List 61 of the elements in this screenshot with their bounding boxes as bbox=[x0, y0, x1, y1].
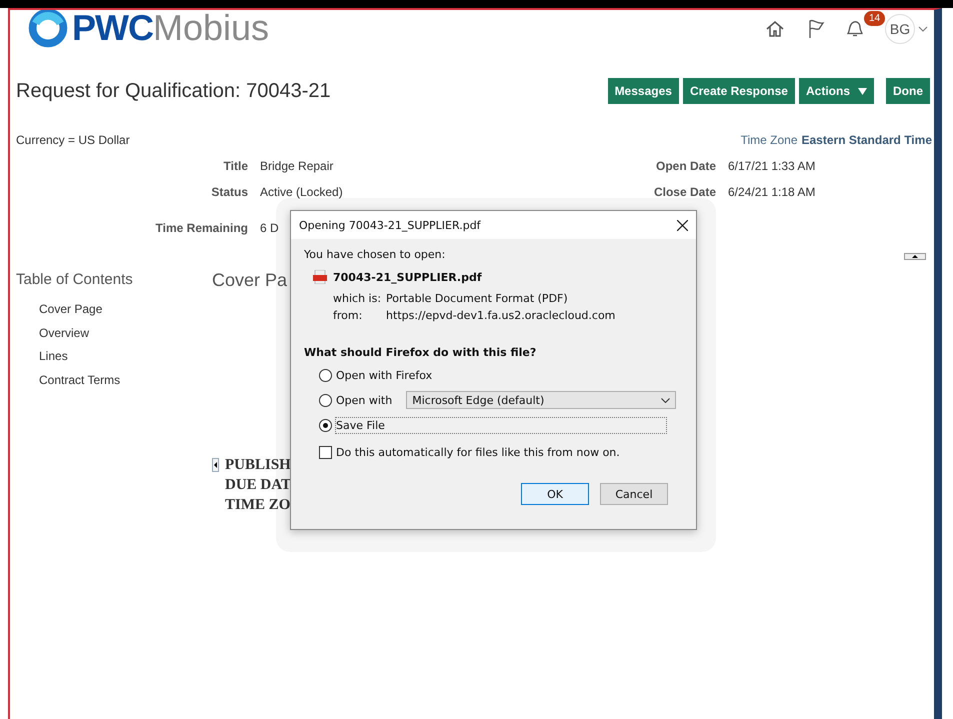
field-value: 6 D bbox=[260, 221, 279, 235]
bell-icon[interactable] bbox=[847, 20, 863, 38]
logo: PWCMobius bbox=[28, 10, 270, 48]
toolbar-button[interactable]: Messages bbox=[608, 78, 679, 104]
toc-link[interactable]: Lines bbox=[39, 345, 212, 368]
dialog-title: Opening 70043-21_SUPPLIER.pdf bbox=[299, 218, 481, 232]
close-icon[interactable] bbox=[677, 220, 688, 230]
app-select[interactable]: Microsoft Edge (default) bbox=[406, 391, 676, 409]
meta-label: from: bbox=[333, 309, 364, 322]
dialog-text: You have chosen to open: bbox=[304, 248, 446, 261]
caret-icon bbox=[858, 88, 867, 94]
document-text: DUE DAT bbox=[225, 476, 291, 495]
logo-ring-icon bbox=[28, 10, 68, 48]
dialog-button[interactable]: Cancel bbox=[600, 483, 668, 505]
radio-label[interactable]: Open with Firefox bbox=[335, 366, 434, 384]
time-zone-value: Eastern Standard Time bbox=[802, 133, 932, 147]
radio-label[interactable]: Save File bbox=[335, 416, 667, 434]
radio-label[interactable]: Open with bbox=[335, 392, 394, 408]
field-label: Open Date bbox=[654, 159, 717, 173]
chevron-down-icon bbox=[918, 26, 928, 32]
section-title: Cover Pa bbox=[212, 270, 288, 291]
field-value: 6/24/21 1:18 AM bbox=[728, 185, 816, 199]
notification-count: 14 bbox=[864, 11, 886, 26]
checkbox-label[interactable]: Do this automatically for files like this from now on. bbox=[335, 444, 621, 460]
page-title: Request for Qualification: 70043-21 bbox=[16, 80, 331, 102]
checkbox[interactable] bbox=[319, 446, 332, 458]
expand-button[interactable] bbox=[212, 458, 219, 472]
field-value: 6/17/21 1:33 AM bbox=[728, 159, 816, 173]
time-zone-label: Time Zone bbox=[740, 133, 798, 147]
toolbar-button[interactable]: Actions bbox=[798, 78, 874, 104]
file-name: 70043-21_SUPPLIER.pdf bbox=[333, 270, 482, 284]
dialog-question: What should Firefox do with this file? bbox=[304, 346, 538, 359]
toc-link[interactable]: Contract Terms bbox=[39, 368, 212, 392]
toolbar-button[interactable]: Done bbox=[886, 78, 930, 104]
field-value: Active (Locked) bbox=[260, 185, 343, 199]
pdf-file-icon bbox=[313, 270, 327, 284]
field-label: Status bbox=[210, 185, 249, 199]
field-label: Close Date bbox=[652, 185, 717, 199]
document-text: TIME ZO bbox=[225, 496, 291, 515]
document-text: PUBLISH bbox=[225, 456, 291, 475]
flag-icon[interactable] bbox=[807, 19, 825, 39]
field-label: Title bbox=[222, 159, 249, 173]
toc-title: Table of Contents bbox=[16, 271, 134, 288]
dialog-button[interactable]: OK bbox=[521, 483, 589, 505]
radio-button[interactable] bbox=[319, 368, 332, 382]
chevron-down-icon bbox=[661, 398, 670, 402]
currency-text: Currency = US Dollar bbox=[16, 133, 130, 147]
field-label: Time Remaining bbox=[154, 221, 249, 235]
radio-button[interactable] bbox=[319, 394, 332, 406]
meta-value: Portable Document Format (PDF) bbox=[386, 292, 569, 305]
radio-button[interactable] bbox=[319, 418, 332, 432]
toc-link[interactable]: Cover Page bbox=[39, 298, 212, 322]
toolbar-button[interactable]: Create Response bbox=[682, 78, 795, 104]
caret-up-icon bbox=[912, 255, 918, 258]
meta-label: which is: bbox=[333, 292, 382, 305]
toc-link[interactable]: Overview bbox=[39, 322, 212, 345]
field-value: Bridge Repair bbox=[260, 159, 334, 173]
home-icon[interactable] bbox=[765, 19, 785, 39]
meta-value: https://epvd-dev1.fa.us2.oraclecloud.com bbox=[386, 309, 616, 322]
collapse-button[interactable] bbox=[904, 253, 926, 260]
caret-left-icon bbox=[214, 462, 217, 468]
